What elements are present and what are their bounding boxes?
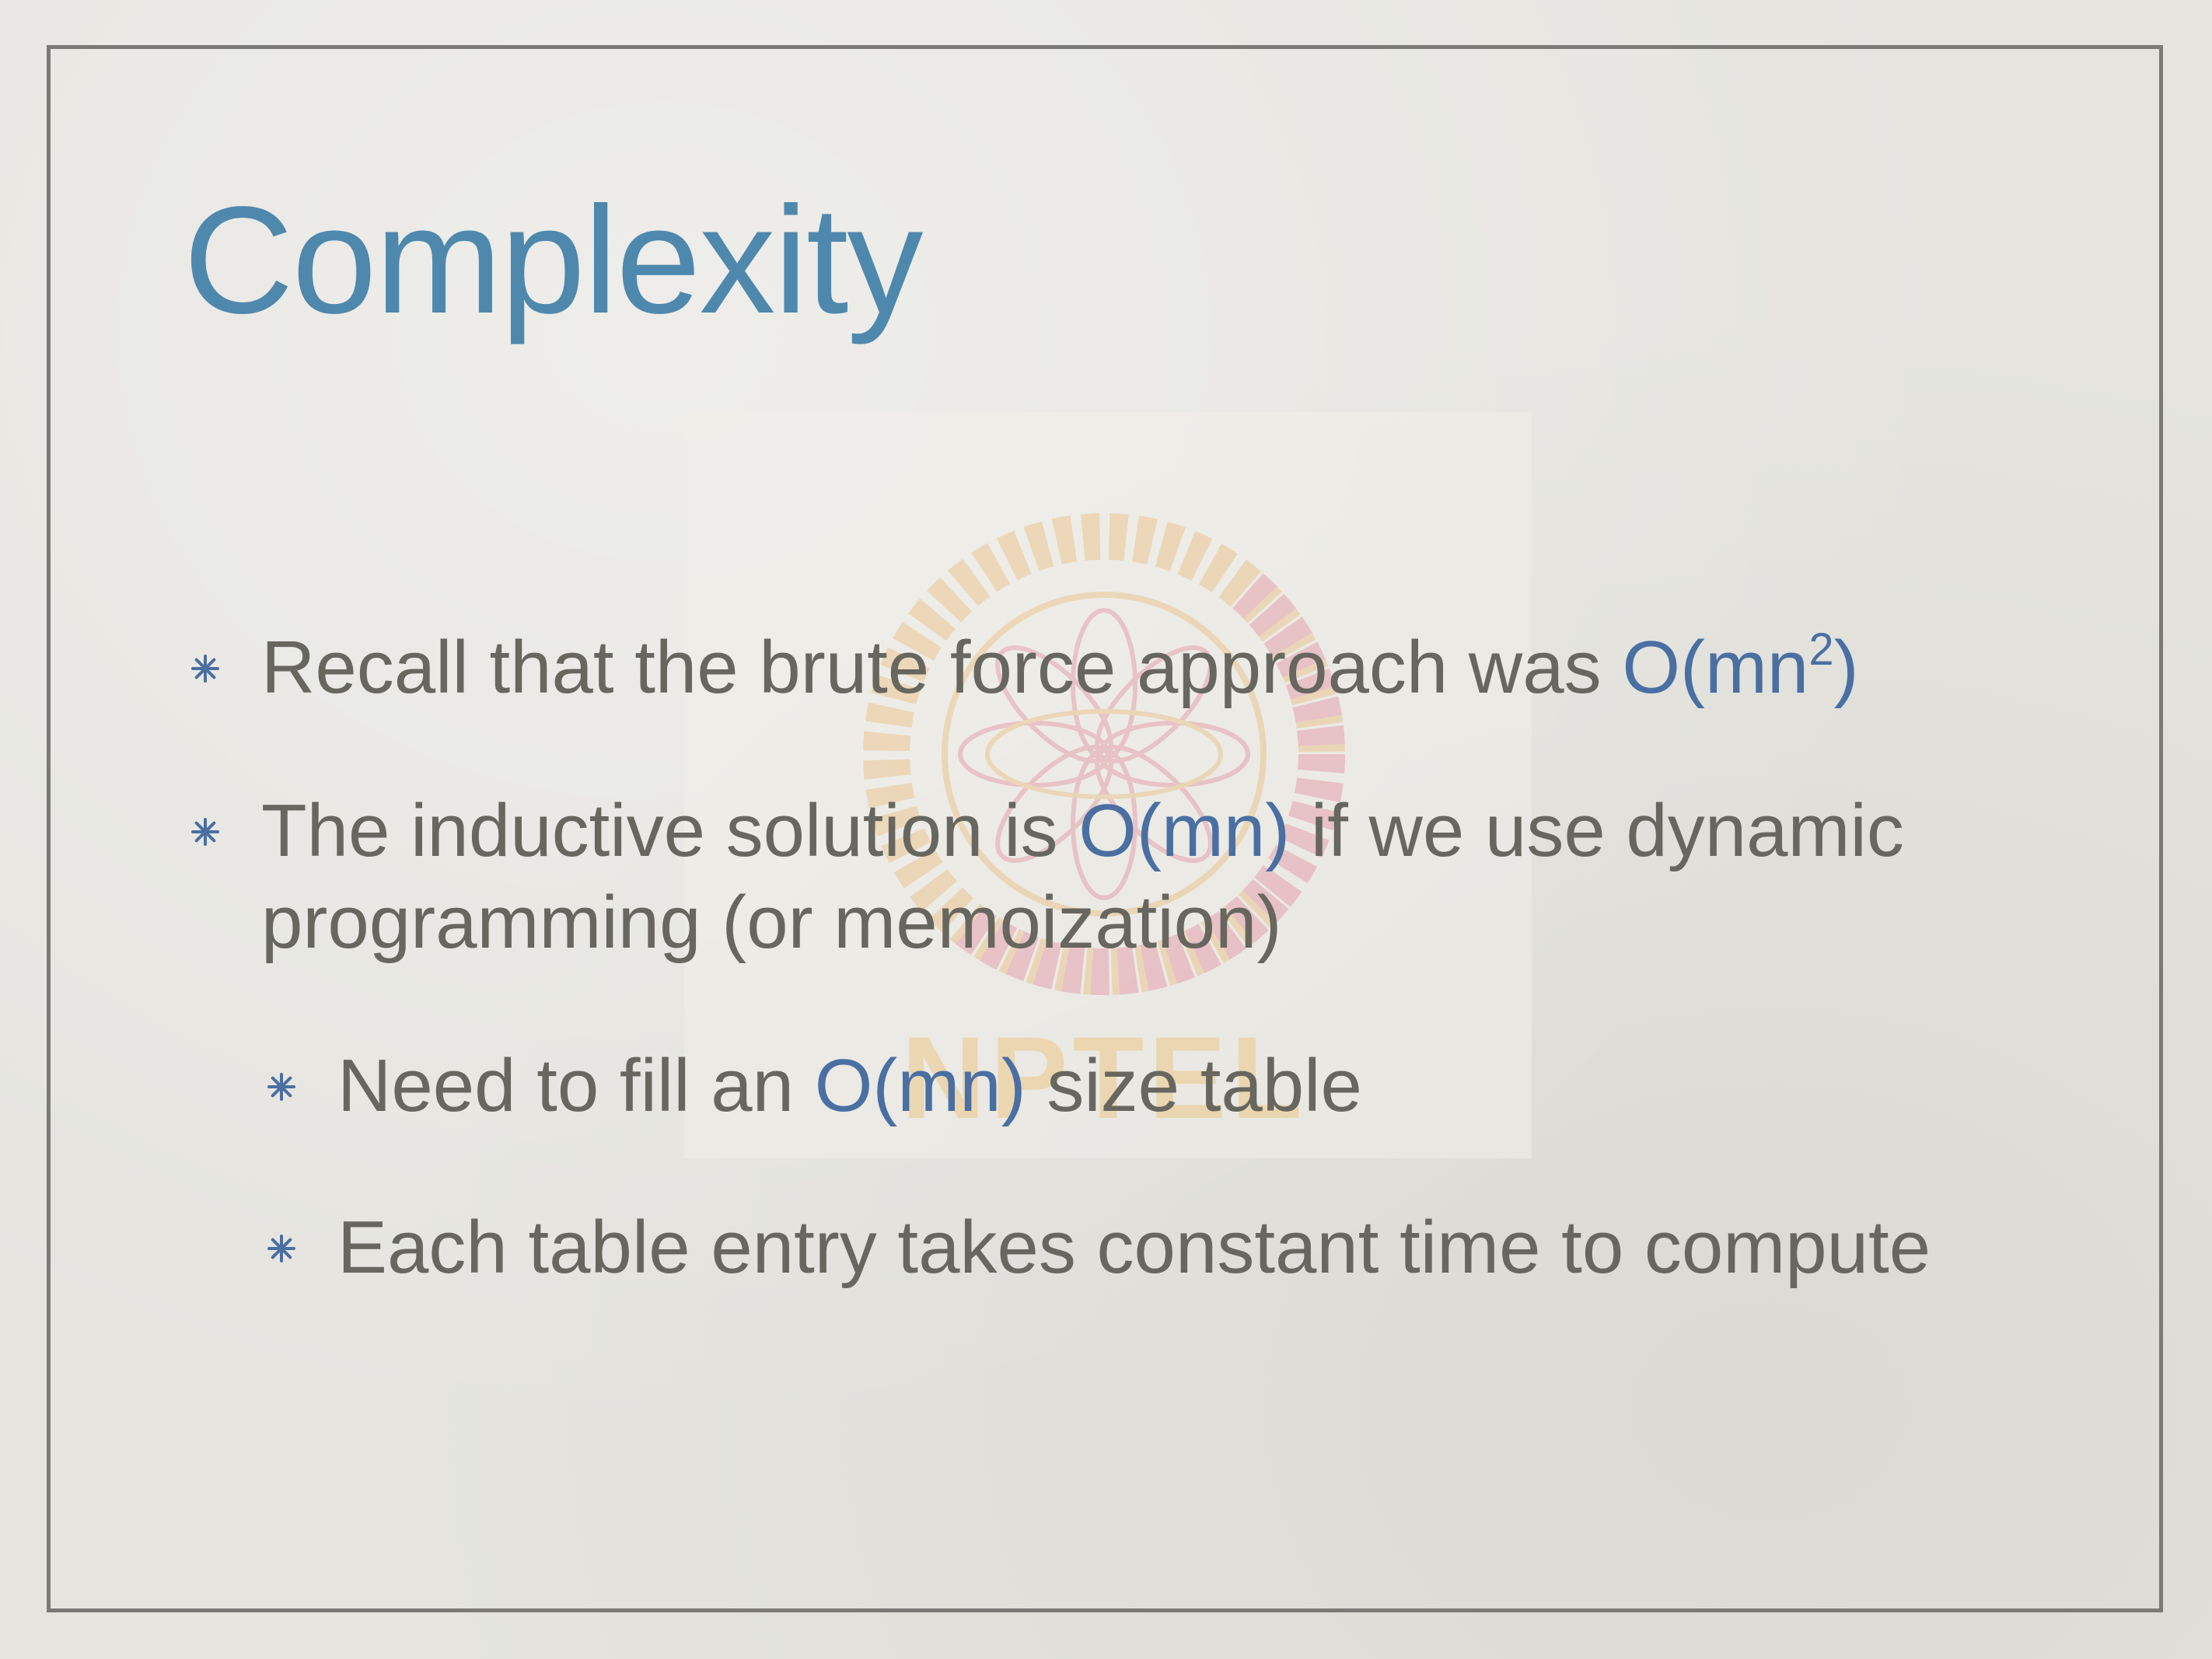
asterisk-bullet-icon <box>267 1235 295 1263</box>
bullet-text: Each table entry takes constant time to … <box>337 1206 1931 1289</box>
bullet-text: Need to fill an O(mn) size table <box>337 1040 2126 1132</box>
bullet-text-plain: size table <box>1026 1044 1362 1127</box>
complexity-highlight: O(mn <box>1622 626 1809 709</box>
bullet-line-1: The inductive solution is O(mn) if we us… <box>261 785 2127 877</box>
superscript-exponent: 2 <box>1808 624 1834 675</box>
bullet-text-plain: Need to fill an <box>337 1044 815 1127</box>
complexity-highlight: O(mn) <box>1078 789 1291 872</box>
asterisk-bullet-icon <box>267 1073 295 1101</box>
bullet-text: Recall that the brute force approach was… <box>261 622 2127 714</box>
bullet-text-plain: Recall that the brute force approach was <box>261 626 1623 709</box>
bullet-text-plain: if we use dynamic <box>1290 789 1904 872</box>
bullet-line-2: programming (or memoization) <box>261 881 1282 964</box>
complexity-highlight: O(mn) <box>814 1044 1026 1127</box>
slide-title: Complexity <box>183 175 923 345</box>
asterisk-bullet-icon <box>191 655 219 683</box>
bullet-text-plain: The inductive solution is <box>261 789 1079 872</box>
asterisk-bullet-icon <box>191 818 219 846</box>
closing-paren: ) <box>1833 626 1859 709</box>
slide: NPTEL Complexity Recall that the brute f… <box>0 0 2212 1659</box>
bullet-text: The inductive solution is O(mn) if we us… <box>261 785 2127 969</box>
